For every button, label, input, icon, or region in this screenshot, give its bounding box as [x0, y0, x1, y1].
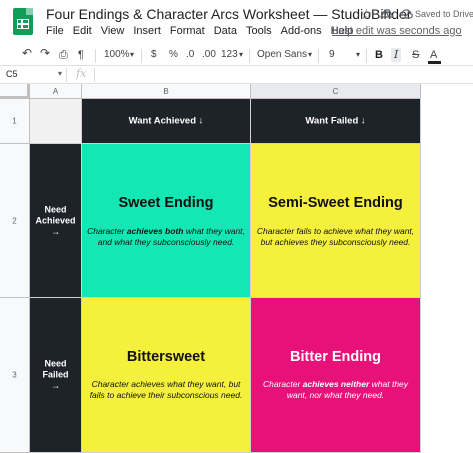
need-achieved-label: Need Achieved →: [30, 204, 81, 237]
semi-sweet-ending-title: Semi-Sweet Ending: [268, 195, 403, 211]
star-icon[interactable]: ☆: [360, 6, 373, 23]
paint-format-icon[interactable]: ¶: [78, 48, 84, 62]
desc-emphasis: achieves neither: [302, 379, 370, 389]
document-title[interactable]: Four Endings & Character Arcs Worksheet …: [46, 6, 411, 22]
zoom-select[interactable]: 100%: [104, 48, 130, 62]
last-edit-link[interactable]: Last edit was seconds ago: [332, 25, 462, 37]
font-caret-icon[interactable]: ▾: [308, 48, 312, 62]
semi-sweet-ending-description: Character fails to achieve what they wan…: [256, 226, 415, 247]
bitter-ending-description: Character achieves neither what they wan…: [255, 379, 416, 401]
toolbar-divider: [318, 49, 319, 63]
select-all-corner[interactable]: [0, 84, 30, 99]
formula-divider: [94, 68, 95, 82]
want-failed-header: Want Failed ↓: [305, 115, 366, 127]
side-label-line: Need: [44, 204, 67, 214]
desc-emphasis: achieves both: [126, 226, 184, 236]
menu-bar: File Edit View Insert Format Data Tools …: [46, 25, 362, 43]
toolbar: ↶ ↷ ⎙ ¶ 100% ▾ $ % .0 .00 123 ▾ Open San…: [0, 46, 473, 66]
cell-c3-bitter-ending[interactable]: Bitter Ending Character achieves neither…: [251, 298, 421, 453]
print-icon[interactable]: ⎙: [59, 48, 68, 62]
menu-file[interactable]: File: [46, 25, 69, 43]
side-label-line: Failed: [42, 369, 69, 380]
increase-decimal-button[interactable]: .00: [202, 48, 216, 62]
currency-format-button[interactable]: $: [151, 48, 157, 62]
fx-icon: fx: [76, 67, 87, 80]
bold-button[interactable]: B: [375, 48, 383, 62]
font-size-caret-icon[interactable]: ▾: [356, 48, 360, 62]
cell-c1[interactable]: Want Failed ↓: [251, 99, 421, 144]
redo-icon[interactable]: ↷: [40, 46, 50, 60]
need-failed-label: Need Failed →: [30, 359, 81, 392]
want-achieved-header: Want Achieved ↓: [128, 115, 204, 127]
zoom-caret-icon[interactable]: ▾: [130, 48, 134, 62]
formula-divider: [66, 68, 67, 82]
column-header-b[interactable]: B: [82, 84, 251, 99]
menu-tools[interactable]: Tools: [246, 25, 277, 43]
more-formats-button[interactable]: 123: [221, 48, 238, 62]
name-box[interactable]: C5: [6, 69, 18, 79]
arrow-right-icon: →: [51, 380, 60, 391]
decrease-decimal-button[interactable]: .0: [186, 48, 194, 62]
column-header-c[interactable]: C: [251, 84, 421, 99]
more-formats-caret-icon[interactable]: ▾: [239, 48, 243, 62]
row-header-1[interactable]: 1: [0, 99, 30, 144]
percent-format-button[interactable]: %: [169, 48, 178, 62]
italic-button[interactable]: I: [391, 48, 402, 62]
row-number: 3: [12, 370, 17, 380]
sheets-logo-icon[interactable]: [13, 8, 33, 35]
sweet-ending-title: Sweet Ending: [118, 195, 214, 211]
menu-view[interactable]: View: [101, 25, 130, 43]
desc-text: Character: [87, 226, 127, 236]
spreadsheet-grid[interactable]: A B C 1 2 3 Want Achieved ↓ Want Failed …: [0, 84, 473, 453]
formula-bar: C5 ▾ fx: [0, 66, 473, 84]
row-header-3[interactable]: 3: [0, 298, 30, 453]
title-bar: Four Endings & Character Arcs Worksheet …: [0, 0, 473, 46]
bitter-ending-title: Bitter Ending: [289, 349, 382, 365]
move-to-drive-icon[interactable]: [380, 7, 394, 19]
row-header-2[interactable]: 2: [0, 144, 30, 298]
cell-a3[interactable]: Need Failed →: [30, 298, 82, 453]
side-label-line: Need: [44, 358, 67, 369]
toolbar-divider: [249, 49, 250, 63]
toolbar-divider: [366, 49, 367, 63]
cloud-done-icon: [399, 9, 413, 19]
font-size-select[interactable]: 9: [329, 48, 335, 62]
name-box-caret-icon[interactable]: ▾: [58, 69, 62, 78]
font-select[interactable]: Open Sans: [257, 48, 307, 62]
text-color-button[interactable]: A: [430, 48, 437, 62]
arrow-right-icon: →: [51, 226, 60, 236]
toolbar-divider: [95, 49, 96, 63]
bittersweet-description: Character achieves what they want, but f…: [89, 379, 243, 400]
side-label-line: Achieved: [35, 215, 76, 225]
menu-format[interactable]: Format: [170, 25, 210, 43]
cell-b3-bittersweet[interactable]: Bittersweet Character achieves what they…: [82, 298, 251, 453]
menu-addons[interactable]: Add-ons: [281, 25, 327, 43]
menu-edit[interactable]: Edit: [73, 25, 97, 43]
bittersweet-title: Bittersweet: [126, 349, 206, 365]
cell-a1[interactable]: [30, 99, 82, 144]
saved-status: Saved to Drive: [415, 9, 473, 19]
column-header-a[interactable]: A: [30, 84, 82, 99]
sweet-ending-description: Character achieves both what they want, …: [86, 226, 246, 248]
toolbar-divider: [141, 49, 142, 63]
cell-b1[interactable]: Want Achieved ↓: [82, 99, 251, 144]
undo-icon[interactable]: ↶: [22, 46, 32, 60]
cell-a2[interactable]: Need Achieved →: [30, 144, 82, 298]
text-color-swatch: [428, 61, 441, 64]
cell-c2-semi-sweet-ending[interactable]: Semi-Sweet Ending Character fails to ach…: [251, 144, 421, 298]
row-number: 2: [12, 216, 17, 225]
menu-insert[interactable]: Insert: [133, 25, 166, 43]
menu-data[interactable]: Data: [214, 25, 242, 43]
row-number: 1: [12, 116, 17, 126]
desc-text: Character: [262, 379, 303, 389]
cell-b2-sweet-ending[interactable]: Sweet Ending Character achieves both wha…: [82, 144, 251, 298]
strikethrough-button[interactable]: S: [412, 48, 419, 62]
